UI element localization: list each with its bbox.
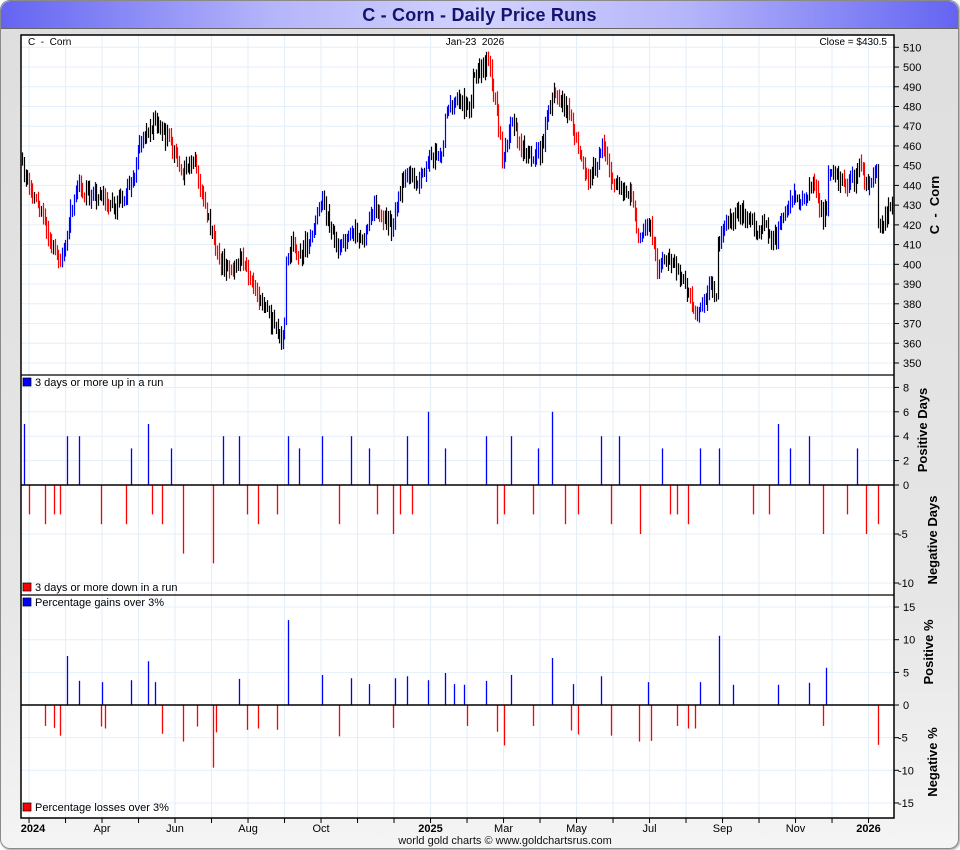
footer-credit: world gold charts © www.goldchartsrus.co… <box>397 835 612 847</box>
negative-days-axis-title: Negative Days <box>925 496 940 585</box>
x-tick-label: May <box>566 823 587 835</box>
price-axis-title: C - Corn <box>927 176 942 235</box>
price-tick-label: 510 <box>903 42 921 54</box>
pct-tick-label: -15 <box>898 798 914 810</box>
legend-losses: Percentage losses over 3% <box>35 802 169 814</box>
pct-tick-label: 10 <box>903 635 915 647</box>
legend-down-run-swatch <box>22 582 32 592</box>
price-tick-label: 440 <box>903 180 921 192</box>
legend-down-run: 3 days or more down in a run <box>35 582 177 594</box>
x-tick-label: 2024 <box>21 823 46 835</box>
price-tick-label: 410 <box>903 240 921 252</box>
price-tick-label: 500 <box>903 62 921 74</box>
price-tick-label: 350 <box>903 358 921 370</box>
x-tick-label: Oct <box>312 823 329 835</box>
price-tick-label: 490 <box>903 82 921 94</box>
runs-tick-label: 4 <box>903 431 909 443</box>
price-tick-label: 370 <box>903 319 921 331</box>
pct-tick-label: 5 <box>903 667 909 679</box>
price-runs-chart: 3503603703803904004104204304404504604704… <box>20 34 942 847</box>
pct-tick-label: -5 <box>898 733 908 745</box>
runs-tick-label: -5 <box>898 529 908 541</box>
legend-up-run: 3 days or more up in a run <box>35 377 163 389</box>
plot-area <box>21 35 894 818</box>
x-tick-label: Mar <box>494 823 513 835</box>
price-tick-label: 480 <box>903 101 921 113</box>
x-tick-label: 2026 <box>856 823 880 835</box>
x-tick-label: Apr <box>93 823 110 835</box>
x-tick-label: 2025 <box>418 823 442 835</box>
positive-days-axis-title: Positive Days <box>915 388 930 473</box>
price-tick-label: 430 <box>903 200 921 212</box>
legend-up-run-swatch <box>22 377 32 387</box>
price-tick-label: 380 <box>903 299 921 311</box>
close-label: Close = $430.5 <box>819 37 887 48</box>
legend-losses-swatch <box>22 802 32 812</box>
legend-gains: Percentage gains over 3% <box>35 597 164 609</box>
legend-gains-swatch <box>22 597 32 607</box>
runs-tick-label: 6 <box>903 407 909 419</box>
x-tick-label: Nov <box>786 823 806 835</box>
pct-tick-label: -10 <box>898 765 914 777</box>
runs-tick-label: 2 <box>903 456 909 468</box>
price-tick-label: 390 <box>903 279 921 291</box>
runs-tick-label: 8 <box>903 382 909 394</box>
x-tick-label: Sep <box>713 823 733 835</box>
pct-tick-label: 0 <box>903 700 909 712</box>
price-tick-label: 360 <box>903 338 921 350</box>
price-tick-label: 400 <box>903 259 921 271</box>
price-tick-label: 460 <box>903 141 921 153</box>
x-tick-label: Jul <box>642 823 656 835</box>
price-tick-label: 470 <box>903 121 921 133</box>
x-tick-label: Aug <box>238 823 258 835</box>
runs-tick-label: -10 <box>898 578 914 590</box>
date-label: Jan-23 2026 <box>446 37 505 48</box>
runs-tick-label: 0 <box>903 480 909 492</box>
price-tick-label: 420 <box>903 220 921 232</box>
x-tick-label: Jun <box>166 823 184 835</box>
negative-pct-axis-title: Negative % <box>925 727 940 797</box>
price-tick-label: 450 <box>903 161 921 173</box>
symbol-label: C - Corn <box>28 37 71 48</box>
positive-pct-axis-title: Positive % <box>921 619 936 684</box>
pct-tick-label: 15 <box>903 602 915 614</box>
